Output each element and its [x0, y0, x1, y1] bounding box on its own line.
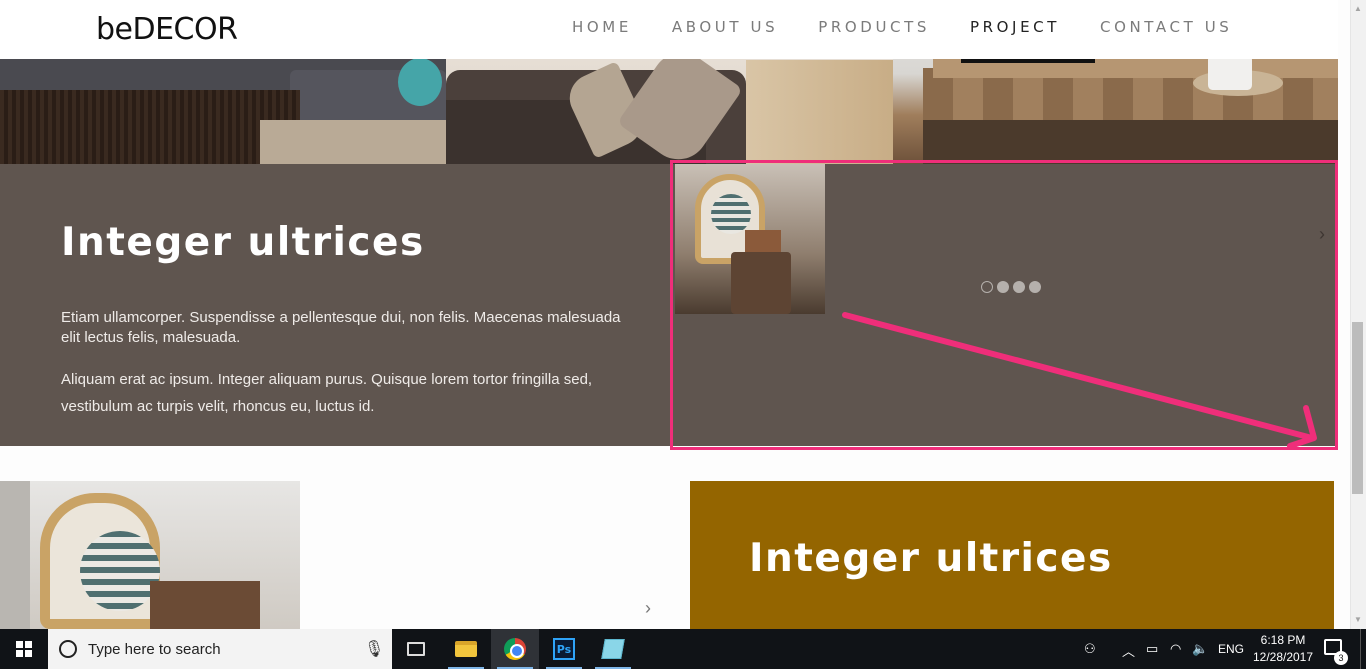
main-nav: HOME ABOUT US PRODUCTS PROJECT CONTACT U… — [572, 18, 1272, 36]
nav-project[interactable]: PROJECT — [970, 18, 1060, 36]
bottom-next-chevron-icon[interactable]: › — [645, 598, 651, 619]
active-nav-underline — [961, 59, 1095, 63]
photoshop-button[interactable]: Ps — [540, 629, 588, 669]
armchair-photo — [0, 481, 300, 629]
start-button[interactable] — [0, 629, 48, 669]
section-paragraph-1: Etiam ullamcorper. Suspendisse a pellent… — [61, 309, 621, 346]
file-explorer-button[interactable] — [442, 629, 490, 669]
notification-count-badge: 3 — [1334, 651, 1348, 665]
chrome-button[interactable] — [491, 629, 539, 669]
photoshop-icon: Ps — [553, 638, 575, 660]
app-button[interactable] — [589, 629, 637, 669]
notepad-icon — [601, 639, 625, 659]
site-header: beDECOR HOME ABOUT US PRODUCTS PROJECT C… — [0, 0, 1338, 59]
nav-products[interactable]: PRODUCTS — [818, 18, 930, 36]
clock-date: 12/28/2017 — [1252, 650, 1314, 664]
clock-time: 6:18 PM — [1260, 633, 1306, 647]
page-scrollbar[interactable] — [1350, 0, 1366, 629]
battery-icon[interactable]: ▭ — [1146, 641, 1158, 657]
scrollbar-thumb[interactable] — [1352, 322, 1363, 494]
nav-contact-us[interactable]: CONTACT US — [1100, 18, 1232, 36]
search-placeholder: Type here to search — [88, 641, 221, 658]
show-desktop-button[interactable] — [1360, 629, 1366, 669]
taskbar-search-box[interactable]: Type here to search 🎙 — [48, 629, 392, 669]
windows-taskbar: Type here to search 🎙 Ps ⚇ ︿ ▭ ◠ 🔈 ENG 6… — [0, 629, 1366, 669]
people-icon[interactable]: ⚇ — [1084, 641, 1096, 657]
folder-icon — [455, 641, 477, 657]
task-view-button[interactable] — [392, 629, 440, 669]
section-title: Integer ultrices — [61, 220, 425, 265]
wifi-icon[interactable]: ◠ — [1170, 641, 1181, 657]
section-paragraph-2: Aliquam erat ac ipsum. Integer aliquam p… — [61, 371, 593, 415]
scroll-down-arrow-icon[interactable]: ▼ — [1354, 615, 1362, 624]
site-logo[interactable]: beDECOR — [96, 12, 238, 47]
nav-about-us[interactable]: ABOUT US — [672, 18, 778, 36]
microphone-icon[interactable]: 🎙 — [364, 639, 384, 659]
gold-project-card: Integer ultrices — [690, 481, 1334, 629]
card-title: Integer ultrices — [749, 536, 1113, 581]
task-view-icon — [407, 642, 425, 656]
language-indicator[interactable]: ENG — [1218, 642, 1244, 656]
cortana-icon — [59, 640, 77, 658]
volume-icon[interactable]: 🔈 — [1192, 641, 1208, 657]
chrome-icon — [504, 638, 526, 660]
windows-logo-icon — [16, 641, 32, 657]
annotation-highlight-box — [670, 160, 1338, 450]
nav-home[interactable]: HOME — [572, 18, 632, 36]
scroll-up-arrow-icon[interactable]: ▲ — [1354, 4, 1362, 13]
chevron-up-icon[interactable]: ︿ — [1122, 641, 1135, 660]
system-clock[interactable]: 6:18 PM 12/28/2017 — [1252, 632, 1314, 666]
